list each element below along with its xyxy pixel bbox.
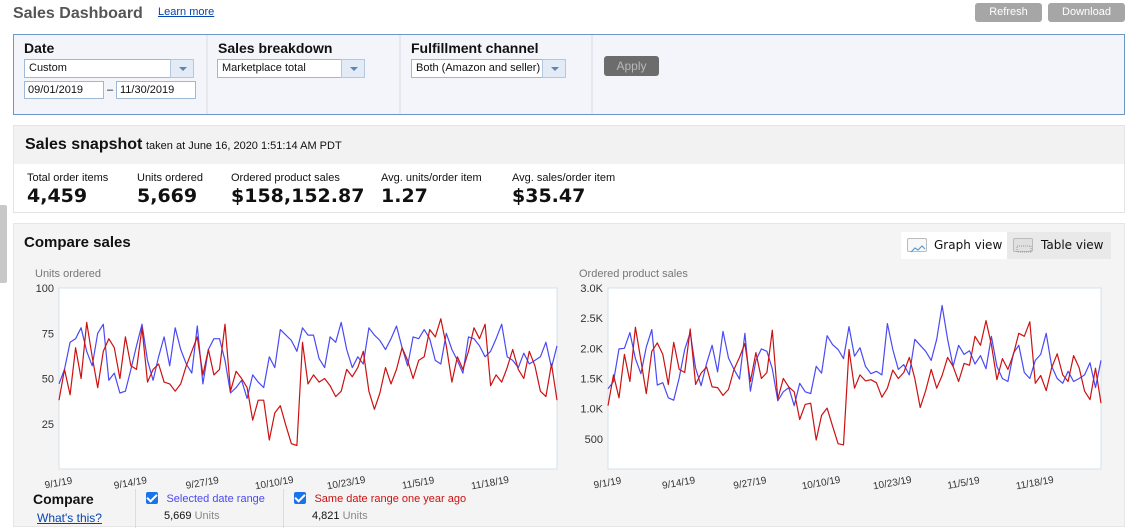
x-tick-label: 10/10/19 (801, 475, 842, 493)
whats-this-link[interactable]: What's this? (37, 511, 102, 525)
x-tick-label: 9/14/19 (661, 475, 696, 492)
metric-ordered-product-sales: Ordered product sales $158,152.87 (231, 172, 364, 207)
compare-sales-panel: Compare sales Graph view Table view Unit… (13, 223, 1125, 528)
snapshot-title: Sales snapshot (25, 136, 143, 153)
metric-avg-units-per-order-item: Avg. units/order item 1.27 (381, 172, 482, 207)
fulfillment-channel-value: Both (Amazon and seller) (416, 62, 541, 74)
selected-range-total-value: 5,669 (164, 510, 192, 522)
metric-total-order-items: Total order items 4,459 (27, 172, 108, 207)
plot-area (607, 287, 1102, 470)
end-date-input[interactable]: 11/30/2019 (116, 81, 196, 99)
start-date-input[interactable]: 09/01/2019 (24, 81, 104, 99)
plot-area (58, 287, 558, 470)
y-tick-label: 25 (42, 419, 54, 431)
sales-breakdown-select[interactable]: Marketplace total (217, 59, 365, 78)
compare-label: Compare (33, 491, 94, 507)
fulfillment-channel-label: Fulfillment channel (411, 40, 539, 56)
sales-snapshot-panel: Sales snapshot taken at June 16, 2020 1:… (13, 125, 1125, 213)
sales-breakdown-filter: Sales breakdown Marketplace total (208, 35, 401, 114)
metric-label: Avg. sales/order item (512, 172, 616, 184)
x-tick-label: 10/23/19 (872, 475, 913, 493)
x-tick-label: 11/5/19 (947, 475, 981, 492)
y-tick-label: 100 (36, 283, 54, 295)
year-ago-label: Same date range one year ago (314, 493, 467, 505)
ordered-product-sales-chart: 3.0K 2.5K 2.0K 1.5K 1.0K 500 9/1/19 9/14/19 9/27… (580, 283, 1102, 493)
y-tick-label: 3.0K (580, 283, 603, 295)
y-tick-label: 500 (585, 434, 603, 446)
y-tick-label: 50 (42, 374, 54, 386)
year-ago-unit: Units (342, 510, 368, 522)
metric-value: 1.27 (381, 185, 428, 207)
fulfillment-channel-filter: Fulfillment channel Both (Amazon and sel… (401, 35, 593, 114)
x-tick-label: 9/1/19 (593, 476, 623, 492)
sales-breakdown-label: Sales breakdown (218, 40, 333, 56)
apply-button[interactable]: Apply (604, 56, 659, 76)
selected-range-checkbox[interactable] (146, 492, 158, 504)
learn-more-link[interactable]: Learn more (158, 6, 214, 18)
metric-label: Units ordered (137, 172, 204, 184)
metric-label: Avg. units/order item (381, 172, 482, 184)
side-feedback-tab[interactable] (0, 205, 7, 283)
snapshot-timestamp: taken at June 16, 2020 1:51:14 AM PDT (146, 140, 342, 152)
year-ago-total-value: 4,821 (312, 510, 340, 522)
fulfillment-channel-select[interactable]: Both (Amazon and seller) (411, 59, 566, 78)
x-tick-label: 9/1/19 (44, 476, 74, 492)
y-tick-label: 75 (42, 328, 54, 340)
year-ago-total: 4,821 Units (312, 510, 503, 522)
y-tick-label: 2.0K (580, 343, 603, 355)
y-tick-label: 2.5K (580, 313, 603, 325)
metric-value: 4,459 (27, 185, 88, 207)
legend-selected-range: Selected date range 5,669 Units (135, 489, 285, 528)
metric-label: Total order items (27, 172, 109, 184)
download-button[interactable]: Download (1048, 3, 1125, 22)
x-tick-label: 9/27/19 (733, 475, 768, 492)
selected-range-label: Selected date range (166, 493, 265, 505)
page-title: Sales Dashboard (13, 5, 143, 22)
date-filter: Date Custom 09/01/2019 – 11/30/2019 (14, 35, 208, 114)
date-separator: – (107, 84, 114, 96)
metric-avg-sales-per-order-item: Avg. sales/order item $35.47 (512, 172, 615, 207)
filter-panel: Date Custom 09/01/2019 – 11/30/2019 Sale… (13, 34, 1125, 115)
y-tick-label: 1.0K (580, 404, 603, 416)
chevron-down-icon[interactable] (542, 59, 566, 78)
date-label: Date (24, 40, 55, 56)
sales-breakdown-value: Marketplace total (222, 62, 306, 74)
chevron-down-icon[interactable] (341, 59, 365, 78)
date-range-select[interactable]: Custom (24, 59, 194, 78)
legend-year-ago: Same date range one year ago 4,821 Units (283, 489, 503, 528)
selected-range-unit: Units (194, 510, 220, 522)
year-ago-checkbox[interactable] (294, 492, 306, 504)
x-tick-label: 11/18/19 (1015, 475, 1055, 493)
snapshot-header: Sales snapshot taken at June 16, 2020 1:… (14, 126, 1124, 164)
selected-range-total: 5,669 Units (164, 510, 285, 522)
metric-value: $35.47 (512, 185, 586, 207)
date-range-value: Custom (29, 62, 67, 74)
y-tick-label: 1.5K (580, 374, 603, 386)
metric-label: Ordered product sales (231, 172, 340, 184)
metric-value: $158,152.87 (231, 185, 365, 207)
units-ordered-chart: 1007550259/1/19 9/14/19 9/27/19 10/10/19 10/… (36, 283, 558, 492)
refresh-button[interactable]: Refresh (975, 3, 1042, 22)
charts-canvas: 100 75 50 25 9/1/19 9/14/19 9/27/19 10/10/19 10/… (36, 283, 1102, 493)
metric-value: 5,669 (137, 185, 198, 207)
metric-units-ordered: Units ordered 5,669 (137, 172, 203, 207)
chevron-down-icon[interactable] (170, 59, 194, 78)
